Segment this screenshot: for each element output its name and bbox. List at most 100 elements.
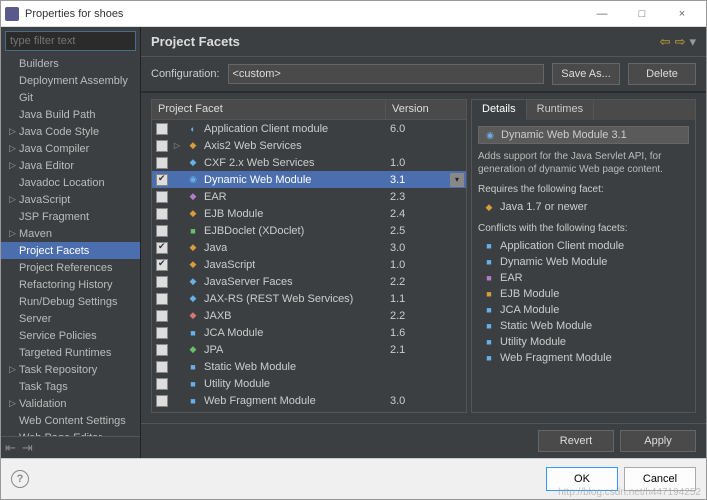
sidebar-item[interactable]: Builders: [1, 55, 140, 72]
back-arrow-icon[interactable]: ⇦: [660, 34, 671, 50]
sidebar-item[interactable]: ▷Java Code Style: [1, 123, 140, 140]
facet-checkbox[interactable]: [156, 225, 168, 237]
facet-icon: ■: [482, 240, 496, 252]
facet-icon: ■: [482, 288, 496, 300]
facet-icon: ◆: [186, 293, 200, 305]
facet-checkbox[interactable]: [156, 310, 168, 322]
table-row[interactable]: ◆JavaScript1.0: [152, 256, 466, 273]
tree-label: Maven: [19, 228, 52, 240]
sidebar-item[interactable]: Web Content Settings: [1, 412, 140, 429]
sidebar-item[interactable]: Web Page Editor: [1, 429, 140, 436]
collapse-left-icon[interactable]: ⇤: [5, 440, 16, 456]
facet-checkbox[interactable]: [156, 191, 168, 203]
close-button[interactable]: ×: [662, 2, 702, 26]
table-row[interactable]: ■WebDoclet (XDoclet)1.2.3: [152, 409, 466, 412]
tab-runtimes[interactable]: Runtimes: [527, 100, 594, 120]
page-title: Project Facets: [151, 34, 660, 49]
nav-arrows: ⇦ ⇨ ▾: [660, 34, 696, 50]
tree-label: Java Build Path: [19, 109, 95, 121]
facet-checkbox[interactable]: [156, 276, 168, 288]
table-row[interactable]: ■Utility Module: [152, 375, 466, 392]
table-row[interactable]: ■Static Web Module: [152, 358, 466, 375]
minimize-button[interactable]: —: [582, 2, 622, 26]
facet-checkbox[interactable]: [156, 361, 168, 373]
maximize-button[interactable]: □: [622, 2, 662, 26]
menu-drop-icon[interactable]: ▾: [689, 34, 696, 50]
facet-checkbox[interactable]: [156, 378, 168, 390]
sidebar-item[interactable]: ▷Java Compiler: [1, 140, 140, 157]
revert-button[interactable]: Revert: [538, 430, 614, 452]
table-row[interactable]: ◆Java3.0: [152, 239, 466, 256]
filter-input[interactable]: [5, 31, 136, 51]
tree-label: Builders: [19, 58, 59, 70]
col-version[interactable]: Version: [386, 100, 466, 119]
table-row[interactable]: ■JCA Module1.6: [152, 324, 466, 341]
category-tree[interactable]: Builders Deployment AssemblyGit Java Build…: [1, 55, 140, 436]
sidebar-item[interactable]: Refactoring History: [1, 276, 140, 293]
help-button[interactable]: ?: [11, 470, 29, 488]
apply-button[interactable]: Apply: [620, 430, 696, 452]
facet-checkbox[interactable]: [156, 242, 168, 254]
table-row[interactable]: ◆JAXB2.2: [152, 307, 466, 324]
save-as-button[interactable]: Save As...: [552, 63, 620, 85]
details-content: ◉ Dynamic Web Module 3.1 Adds support fo…: [472, 120, 695, 412]
table-row[interactable]: ◆JAX-RS (REST Web Services)1.1: [152, 290, 466, 307]
facet-checkbox[interactable]: [156, 140, 168, 152]
facet-checkbox[interactable]: [156, 157, 168, 169]
facet-checkbox[interactable]: [156, 412, 168, 413]
tree-label: JavaScript: [19, 194, 70, 206]
col-facet[interactable]: Project Facet: [152, 100, 386, 119]
facet-icon: ◆: [186, 157, 200, 169]
table-row[interactable]: ◉Dynamic Web Module3.1▾: [152, 171, 466, 188]
sidebar-item[interactable]: ▷Java Editor: [1, 157, 140, 174]
sidebar-item[interactable]: Git: [1, 89, 140, 106]
facet-checkbox[interactable]: [156, 208, 168, 220]
sidebar-item[interactable]: Project Facets: [1, 242, 140, 259]
configuration-combo[interactable]: <custom>: [228, 64, 545, 84]
facet-checkbox[interactable]: [156, 293, 168, 305]
sidebar-item[interactable]: ▷Maven: [1, 225, 140, 242]
sidebar-item[interactable]: ▷Validation: [1, 395, 140, 412]
collapse-right-icon[interactable]: ⇥: [22, 440, 33, 456]
sidebar-item[interactable]: Deployment Assembly: [1, 72, 140, 89]
sidebar-item[interactable]: ▷Task Repository: [1, 361, 140, 378]
tree-label: Task Tags: [19, 381, 68, 393]
facet-checkbox[interactable]: [156, 395, 168, 407]
sidebar-item[interactable]: Service Policies: [1, 327, 140, 344]
sidebar-item[interactable]: Javadoc Location: [1, 174, 140, 191]
facet-checkbox[interactable]: [156, 344, 168, 356]
facet-checkbox[interactable]: [156, 259, 168, 271]
table-row[interactable]: ◆JavaServer Faces2.2: [152, 273, 466, 290]
forward-arrow-icon[interactable]: ⇨: [675, 34, 686, 50]
sidebar-item[interactable]: JSP Fragment: [1, 208, 140, 225]
table-row[interactable]: ◆CXF 2.x Web Services1.0: [152, 154, 466, 171]
sidebar-item[interactable]: Task Tags: [1, 378, 140, 395]
facet-checkbox[interactable]: [156, 174, 168, 186]
sidebar-item[interactable]: Run/Debug Settings: [1, 293, 140, 310]
facet-checkbox[interactable]: [156, 123, 168, 135]
facet-checkbox[interactable]: [156, 327, 168, 339]
version-value: 2.3: [390, 191, 405, 203]
tree-label: Project Facets: [19, 245, 89, 257]
table-row[interactable]: ◆EJB Module2.4: [152, 205, 466, 222]
facet-icon: ◆: [186, 242, 200, 254]
delete-button[interactable]: Delete: [628, 63, 696, 85]
sidebar-item[interactable]: Java Build Path: [1, 106, 140, 123]
main-panel: Project Facets ⇦ ⇨ ▾ Configuration: <cus…: [141, 27, 706, 458]
chevron-down-icon[interactable]: ▾: [450, 173, 464, 187]
sidebar-item[interactable]: Project References: [1, 259, 140, 276]
table-row[interactable]: ◐Application Client module6.0: [152, 120, 466, 137]
table-row[interactable]: ■Web Fragment Module3.0: [152, 392, 466, 409]
table-row[interactable]: ◆JPA2.1: [152, 341, 466, 358]
sidebar-item[interactable]: Targeted Runtimes: [1, 344, 140, 361]
sidebar-item[interactable]: ▷JavaScript: [1, 191, 140, 208]
tab-details[interactable]: Details: [472, 100, 527, 120]
table-row[interactable]: ▷◆Axis2 Web Services: [152, 137, 466, 154]
table-row[interactable]: ■EJBDoclet (XDoclet)2.5: [152, 222, 466, 239]
table-body[interactable]: ◐Application Client module6.0▷◆Axis2 Web…: [152, 120, 466, 412]
table-row[interactable]: ◆EAR2.3: [152, 188, 466, 205]
list-item: ■Utility Module: [482, 334, 689, 350]
facet-icon: ◆: [186, 191, 200, 203]
version-value: 1.0: [390, 157, 405, 169]
sidebar-item[interactable]: Server: [1, 310, 140, 327]
